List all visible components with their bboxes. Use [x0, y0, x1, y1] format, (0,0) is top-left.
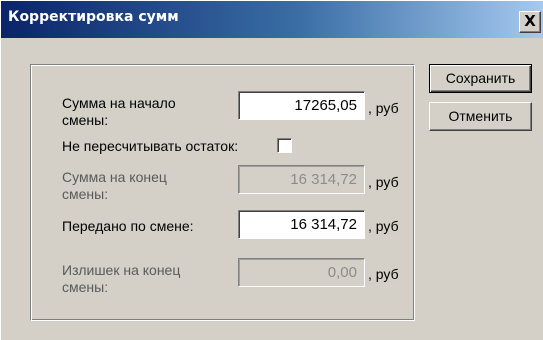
surplus-unit: , руб [368, 266, 399, 282]
end-sum-field: 16 314,72 [238, 165, 365, 194]
end-sum-unit: , руб [368, 174, 399, 190]
handed-over-field[interactable]: 16 314,72 [238, 210, 365, 239]
title-bar[interactable]: Корректировка сумм [1, 1, 543, 38]
surplus-field: 0,00 [238, 258, 365, 287]
start-sum-field[interactable]: 17265,05 [238, 91, 365, 120]
close-icon: X [524, 12, 536, 30]
end-sum-label: Сумма на конец смены: [62, 169, 167, 202]
save-button[interactable]: Сохранить [429, 64, 532, 93]
no-recalc-label: Не пересчитывать остаток: [62, 138, 239, 154]
dialog-title: Корректировка сумм [8, 9, 179, 25]
close-button[interactable]: X [519, 11, 541, 33]
no-recalc-checkbox[interactable] [277, 138, 292, 153]
start-sum-label: Сумма на начало смены: [62, 95, 176, 128]
handed-over-label: Передано по смене: [62, 218, 194, 234]
cancel-button[interactable]: Отменить [429, 102, 532, 131]
start-sum-unit: , руб [368, 100, 399, 116]
handed-over-unit: , руб [368, 218, 399, 234]
dialog-window: Корректировка сумм X Сумма на начало сме… [0, 0, 543, 340]
surplus-label: Излишек на конец смены: [62, 262, 181, 295]
